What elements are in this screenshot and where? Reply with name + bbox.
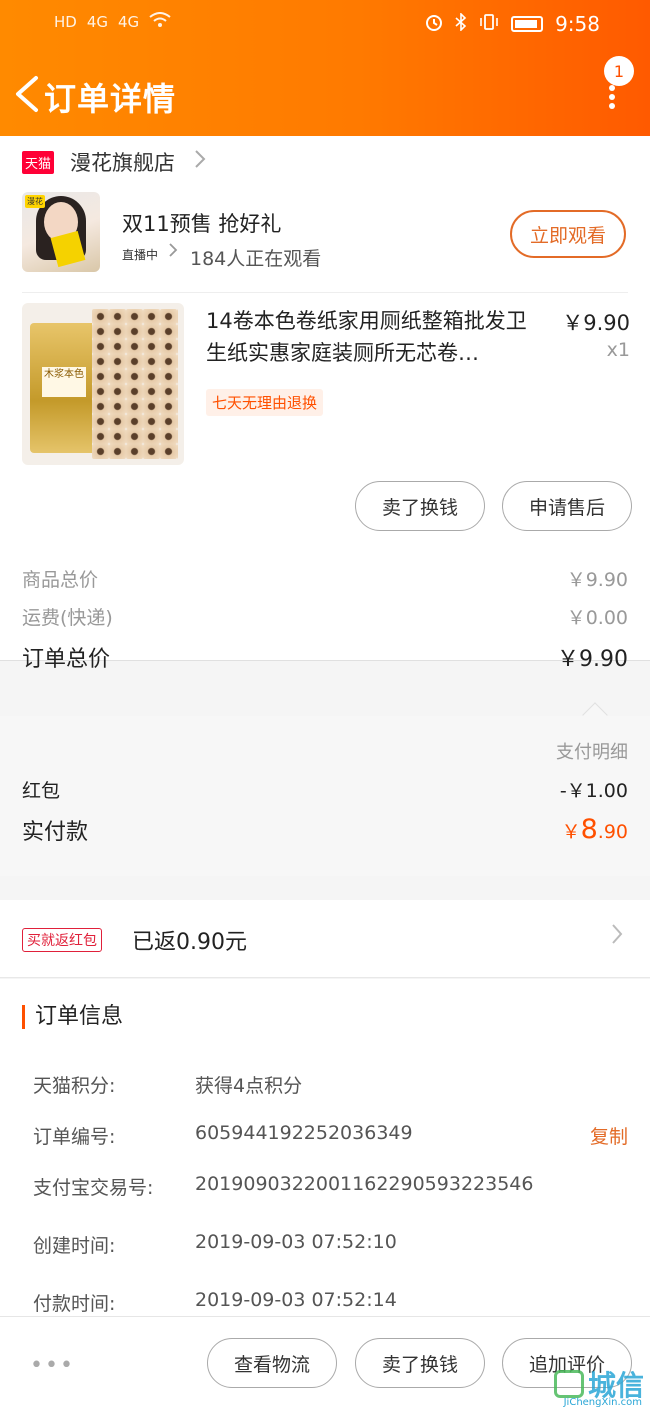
chevron-right-icon bbox=[193, 148, 207, 176]
goods-total-value: ￥9.90 bbox=[566, 569, 628, 591]
live-stream-row[interactable]: 漫花 双11预售 抢好礼 直播中 184人正在观看 立即观看 bbox=[22, 188, 628, 293]
payment-detail-label: 支付明细 bbox=[556, 742, 628, 763]
shipping-label: 运费(快递) bbox=[22, 607, 113, 629]
live-chevron-icon bbox=[168, 242, 178, 263]
status-bar: HD 4G 4G 9:58 bbox=[0, 0, 650, 48]
package-label: 木浆本色 bbox=[42, 367, 86, 397]
battery-icon bbox=[511, 16, 544, 32]
live-viewer-count: 184人正在观看 bbox=[190, 248, 322, 270]
rebate-text: 已返0.90元 bbox=[132, 930, 247, 955]
status-time: 9:58 bbox=[555, 12, 600, 36]
signal-4g-2: 4G bbox=[118, 13, 140, 31]
more-actions-button[interactable]: ••• bbox=[30, 1353, 75, 1378]
live-status: 直播中 bbox=[122, 248, 159, 262]
signal-4g-1: 4G bbox=[86, 13, 109, 31]
watermark-url: JiChengXin.com bbox=[563, 1397, 642, 1408]
red-packet-value: -￥1.00 bbox=[559, 780, 628, 802]
avatar-tag: 漫花 bbox=[25, 195, 45, 208]
product-name[interactable]: 14卷本色卷纸家用厕纸整箱批发卫生纸实惠家庭装厕所无芯卷… bbox=[206, 305, 541, 369]
chevron-right-icon bbox=[610, 922, 624, 953]
page-title: 订单详情 bbox=[44, 80, 177, 118]
product-actions: 卖了换钱 申请售后 bbox=[0, 465, 650, 551]
paid-time-value: 2019-09-03 07:52:14 bbox=[195, 1289, 397, 1311]
wifi-icon bbox=[149, 12, 171, 32]
sell-for-cash-bottom-button[interactable]: 卖了换钱 bbox=[355, 1338, 485, 1388]
product-price: ￥9.90 bbox=[562, 311, 630, 335]
points-value: 获得4点积分 bbox=[195, 1075, 303, 1097]
live-title: 双11预售 抢好礼 bbox=[122, 212, 282, 236]
alipay-trade-label: 支付宝交易号: bbox=[33, 1177, 154, 1199]
order-number-label: 订单编号: bbox=[33, 1126, 116, 1148]
order-info-section: 订单信息 天猫积分: 获得4点积分 订单编号: 6059441922520363… bbox=[0, 979, 650, 1319]
red-packet-label: 红包 bbox=[22, 780, 61, 802]
after-sales-button[interactable]: 申请售后 bbox=[502, 481, 632, 531]
back-arrow-icon[interactable] bbox=[10, 74, 46, 112]
watermark-logo-icon bbox=[553, 1370, 584, 1398]
tmall-badge: 天猫 bbox=[22, 150, 55, 174]
order-card: 天猫 漫花旗舰店 漫花 双11预售 抢好礼 直播中 184人正在观看 立即观看 … bbox=[0, 136, 650, 672]
streamer-avatar[interactable]: 漫花 bbox=[22, 192, 100, 272]
view-logistics-button[interactable]: 查看物流 bbox=[207, 1338, 337, 1388]
points-label: 天猫积分: bbox=[33, 1075, 116, 1097]
paid-amount-value: ￥8.90 bbox=[561, 814, 628, 845]
store-row[interactable]: 天猫 漫花旗舰店 bbox=[0, 136, 650, 188]
watch-live-button[interactable]: 立即观看 bbox=[510, 210, 626, 258]
store-name[interactable]: 漫花旗舰店 bbox=[70, 147, 175, 177]
paid-amount-label: 实付款 bbox=[22, 820, 89, 845]
more-vertical-icon[interactable] bbox=[602, 84, 622, 110]
sell-for-cash-button[interactable]: 卖了换钱 bbox=[355, 481, 485, 531]
vibrate-icon bbox=[479, 12, 499, 36]
app-header: HD 4G 4G 9:58 订单详情 1 bbox=[0, 0, 650, 136]
copy-order-number-button[interactable]: 复制 bbox=[590, 1122, 628, 1149]
payment-detail: 支付明细 红包 -￥1.00 实付款 ￥8.90 bbox=[0, 702, 650, 876]
alipay-trade-value: 2019090322001162290593223546 bbox=[195, 1173, 534, 1195]
order-info-title: 订单信息 bbox=[22, 1005, 123, 1029]
created-time-value: 2019-09-03 07:52:10 bbox=[195, 1231, 397, 1253]
refund-policy-tag: 七天无理由退换 bbox=[206, 389, 324, 416]
shipping-value: ￥0.00 bbox=[566, 607, 628, 629]
paid-time-label: 付款时间: bbox=[33, 1293, 116, 1315]
product-image[interactable]: 木浆本色 bbox=[22, 303, 184, 465]
bottom-action-bar: ••• 查看物流 卖了换钱 追加评价 城信 JiChengXin.com bbox=[0, 1316, 650, 1408]
bluetooth-icon bbox=[455, 12, 467, 36]
order-total-label: 订单总价 bbox=[22, 647, 111, 672]
created-time-label: 创建时间: bbox=[33, 1235, 116, 1257]
order-number-value: 605944192252036349 bbox=[195, 1122, 413, 1144]
price-summary: 商品总价 ￥9.90 运费(快递) ￥0.00 订单总价 ￥9.90 bbox=[0, 551, 650, 672]
goods-total-label: 商品总价 bbox=[22, 569, 99, 591]
product-row[interactable]: 木浆本色 14卷本色卷纸家用厕纸整箱批发卫生纸实惠家庭装厕所无芯卷… ￥9.90… bbox=[0, 293, 650, 465]
order-total-value: ￥9.90 bbox=[557, 647, 628, 672]
rebate-tag: 买就返红包 bbox=[22, 928, 102, 952]
product-quantity: x1 bbox=[606, 339, 630, 361]
rebate-row[interactable]: 买就返红包 已返0.90元 bbox=[0, 900, 650, 978]
alarm-icon bbox=[425, 12, 443, 36]
message-badge: 1 bbox=[604, 56, 634, 86]
hd-indicator: HD bbox=[54, 13, 77, 31]
